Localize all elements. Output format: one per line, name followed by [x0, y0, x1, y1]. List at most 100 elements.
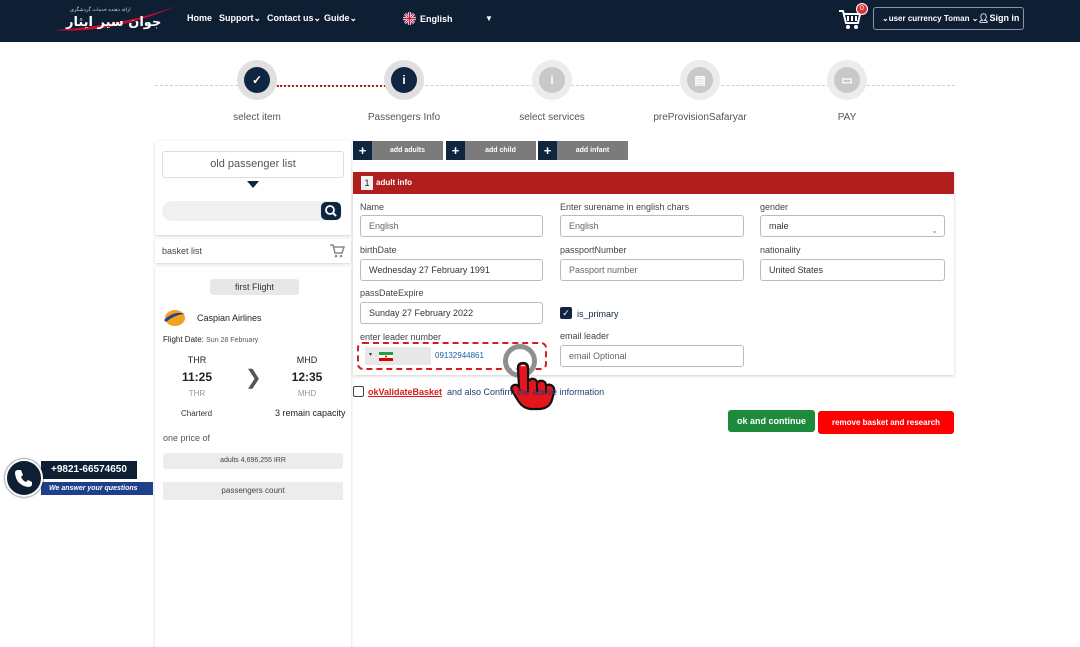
pass-expire-input[interactable]: Sunday 27 February 2022	[360, 302, 543, 324]
gender-select[interactable]: male ⌄	[760, 215, 945, 237]
passenger-index: 1	[361, 176, 373, 190]
step-select-services: i select services	[492, 60, 612, 123]
basket-list[interactable]: basket list	[155, 239, 351, 263]
uk-flag-icon	[403, 12, 416, 25]
add-child-plus-icon[interactable]: +	[446, 141, 465, 160]
origin-sub: THR	[188, 389, 206, 398]
add-child-button[interactable]: add child	[465, 141, 536, 160]
email-leader-label: email leader	[560, 331, 610, 341]
price-line: adults 4,696,255 IRR	[163, 453, 343, 469]
chevron-down-icon: ⌄	[313, 13, 322, 23]
support-answer-label: We answer your questions	[41, 482, 153, 495]
confirm-checkbox[interactable]	[353, 386, 364, 397]
add-adults-button[interactable]: add adults	[372, 141, 443, 160]
nav-home[interactable]: Home	[187, 13, 212, 23]
form-title: adult info	[376, 178, 412, 187]
chevron-down-icon: ⌄	[349, 13, 358, 23]
passengers-count: passengers count	[163, 482, 343, 500]
passport-input[interactable]: Passport number	[560, 259, 744, 281]
remove-basket-button[interactable]: remove basket and research	[818, 411, 954, 434]
site-logo[interactable]: ارائه دهنده خدمات گردشگری جوان سیر ایثار	[52, 4, 182, 34]
airline-name: Caspian Airlines	[197, 313, 262, 323]
is-primary-label: is_primary	[577, 309, 619, 319]
basket-icon	[330, 244, 345, 258]
search-button[interactable]	[321, 202, 341, 220]
add-infant-button[interactable]: add infant	[557, 141, 628, 160]
phone-icon[interactable]	[5, 459, 43, 497]
language-selector[interactable]: English	[420, 14, 453, 24]
booking-stepper: ✓ select item i Passengers Info i select…	[155, 60, 955, 130]
charter-type: Charterd	[181, 409, 213, 418]
name-label: Name	[360, 202, 385, 212]
chevron-down-icon: ⌄	[882, 14, 889, 23]
caret-down-icon[interactable]: ▼	[485, 14, 493, 23]
user-menu: ⌄user currency Toman ⌄ 👤︎Sign in	[873, 7, 1024, 30]
info-icon: i	[391, 67, 417, 93]
currency-selector[interactable]: ⌄user currency Toman ⌄	[882, 14, 978, 23]
pointer-hand-icon	[510, 361, 556, 411]
dest-time: 12:35	[291, 370, 323, 384]
phone-handset-icon	[15, 470, 32, 487]
check-icon: ✓	[562, 308, 570, 318]
check-icon: ✓	[244, 67, 270, 93]
iran-flag-icon	[379, 352, 393, 361]
country-code-select[interactable]: ▾	[365, 347, 431, 365]
step-preprovision: ▤ preProvisionSafaryar	[640, 60, 760, 123]
add-adults-plus-icon[interactable]: +	[353, 141, 372, 160]
add-infant-plus-icon[interactable]: +	[538, 141, 557, 160]
support-widget[interactable]: +9821-66574650 We answer your questions	[5, 458, 153, 498]
flight-date: Flight Date: Sun 28 February	[163, 335, 259, 344]
surname-input[interactable]: English	[560, 215, 744, 237]
is-primary-checkbox[interactable]: ✓	[560, 307, 572, 319]
chevron-down-icon: ⌄	[253, 13, 262, 23]
leader-number-input[interactable]: 09132944861	[435, 351, 484, 360]
name-input[interactable]: English	[360, 215, 543, 237]
passport-label: passportNumber	[560, 245, 627, 255]
one-price-label: one price of	[163, 433, 211, 443]
nav-guide[interactable]: Guide⌄	[324, 13, 357, 24]
birthdate-input[interactable]: Wednesday 27 February 1991	[360, 259, 543, 281]
remain-capacity: 3 remain capacity	[275, 408, 346, 418]
birthdate-label: birthDate	[360, 245, 397, 255]
passenger-search-input[interactable]	[162, 201, 342, 221]
confirm-text: and also Confirm the above information	[447, 387, 605, 397]
form-header: 1 adult info	[353, 172, 954, 194]
origin-code: THR	[187, 355, 207, 365]
dest-sub: MHD	[297, 389, 317, 398]
caspian-airlines-logo-icon	[164, 310, 185, 326]
step-select-item: ✓ select item	[197, 60, 317, 123]
email-leader-input[interactable]: email Optional	[560, 345, 744, 367]
document-icon: ▤	[687, 67, 713, 93]
surname-label: Enter surename in english chars	[560, 202, 690, 212]
nationality-input[interactable]: United States	[760, 259, 945, 281]
top-navbar: ارائه دهنده خدمات گردشگری جوان سیر ایثار…	[0, 0, 1080, 42]
ok-validate-basket-link[interactable]: okValidateBasket	[368, 387, 442, 397]
gender-label: gender	[760, 202, 789, 212]
step-passengers-info: i Passengers Info	[344, 60, 464, 123]
user-icon: 👤︎	[978, 13, 990, 23]
search-icon	[325, 205, 337, 217]
old-passenger-select[interactable]: old passenger list	[162, 151, 344, 178]
tab-first-flight[interactable]: first Flight	[210, 279, 299, 295]
logo-tagline: ارائه دهنده خدمات گردشگری	[70, 7, 131, 13]
flight-summary-card: first Flight Caspian Airlines Flight Dat…	[155, 267, 351, 647]
cart-count-badge: 0	[856, 3, 868, 15]
origin-time: 11:25	[181, 370, 213, 384]
support-phone[interactable]: +9821-66574650	[41, 461, 137, 479]
leader-number-label: enter leader number	[360, 332, 442, 342]
step-pay: ▭ PAY	[787, 60, 907, 123]
nav-support[interactable]: Support⌄	[219, 13, 261, 24]
sign-in-link[interactable]: 👤︎Sign in	[978, 13, 1019, 24]
ok-and-continue-button[interactable]: ok and continue	[728, 410, 815, 432]
nav-contact[interactable]: Contact us⌄	[267, 13, 321, 24]
chevron-down-icon: ⌄	[931, 226, 938, 235]
old-passenger-card: old passenger list	[155, 141, 351, 235]
card-icon: ▭	[834, 67, 860, 93]
dest-code: MHD	[296, 355, 318, 365]
chevron-right-icon: ❯	[245, 367, 262, 389]
info-icon: i	[539, 67, 565, 93]
nationality-label: nationality	[760, 245, 801, 255]
adult-info-form: 1 adult info Name English Enter surename…	[353, 172, 954, 378]
caret-down-icon[interactable]	[247, 181, 259, 188]
pass-expire-label: passDateExpire	[360, 288, 424, 298]
